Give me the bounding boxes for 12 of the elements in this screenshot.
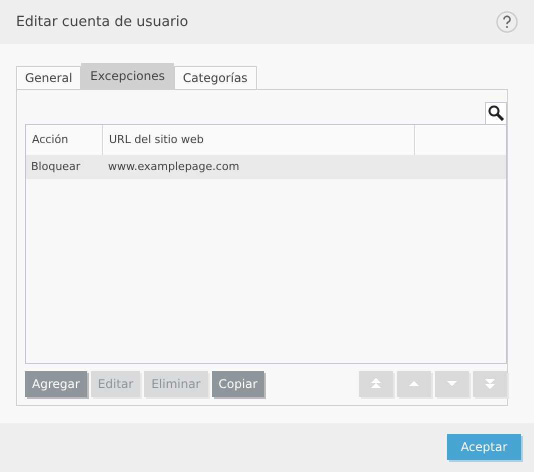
- tab[interactable]: Excepciones: [81, 62, 174, 89]
- help-icon[interactable]: [496, 10, 518, 33]
- double-up-arrow-icon: [369, 378, 383, 390]
- table-cell-text: www.examplepage.com: [107, 159, 240, 176]
- search-button[interactable]: [485, 102, 507, 124]
- double-down-arrow-icon: [483, 378, 497, 390]
- table-cell-text: Bloquear: [30, 159, 82, 176]
- table-row[interactable]: Bloquear www.examplepage.com: [26, 154, 506, 179]
- search-icon: [488, 105, 504, 122]
- tab[interactable]: General: [16, 66, 82, 89]
- tab[interactable]: Categorías: [174, 66, 257, 89]
- window-title: Editar cuenta de usuario: [16, 14, 188, 30]
